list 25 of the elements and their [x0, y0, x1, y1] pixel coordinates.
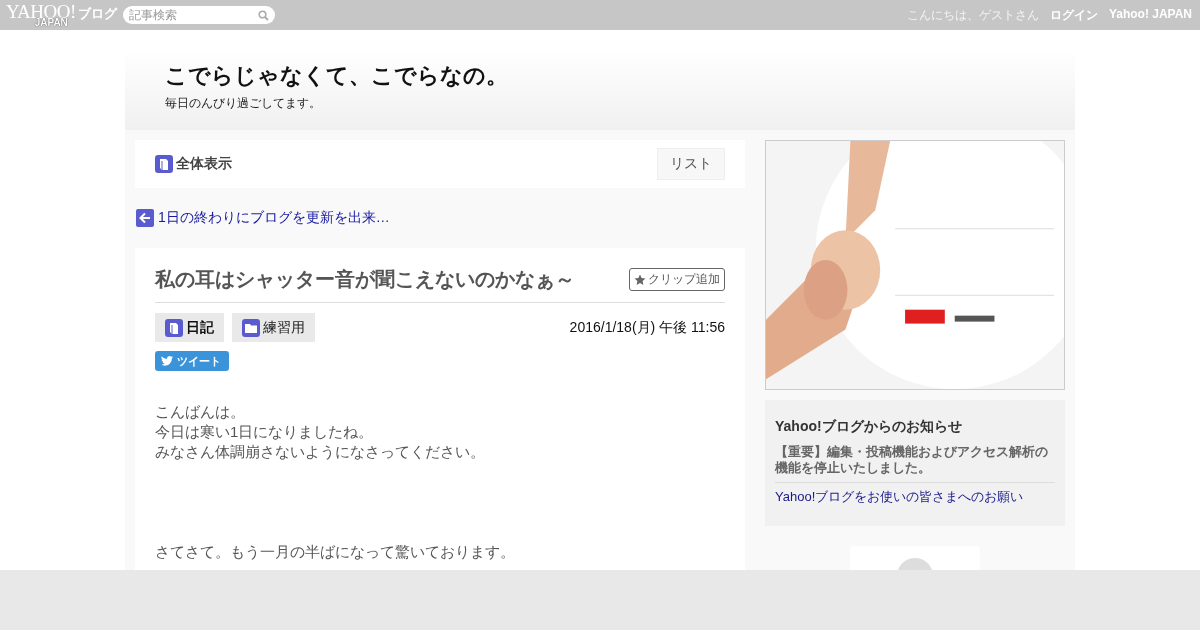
folder-icon: [242, 318, 260, 337]
search-field[interactable]: 記事検索: [122, 6, 275, 24]
previous-post-link[interactable]: 1日の終わりにブログを更新を出来…: [158, 209, 390, 227]
article-text-line: 今日は寒い1日になりましたね。: [155, 422, 375, 442]
blog-title[interactable]: こでらじゃなくて、こでらなの。: [165, 61, 1035, 91]
category-tag[interactable]: 日記: [155, 313, 224, 342]
back-arrow-icon[interactable]: [136, 209, 154, 227]
book-icon: [165, 318, 183, 337]
article-text-line: さてさて。もう一月の半ばになって驚いております。: [155, 542, 516, 562]
bird-icon: [161, 356, 173, 366]
article-text-line: みなさん体調崩さないようになさってください。: [155, 442, 486, 462]
book-icon: [155, 155, 173, 173]
clip-button[interactable]: クリップ追加: [629, 268, 725, 291]
view-all-label[interactable]: 全体表示: [176, 155, 232, 173]
article-text-line: こんばんは。: [155, 402, 246, 422]
post-date: 2016/1/18(月) 午後 11:56: [569, 318, 725, 337]
notice-link[interactable]: Yahoo!ブログをお使いの皆さまへのお願い: [775, 488, 1055, 506]
star-icon: [634, 273, 646, 286]
notice-text[interactable]: 【重要】編集・投稿機能およびアクセス解析の機能を停止いたしました。: [775, 444, 1055, 483]
article-title: 私の耳はシャッター音が聞こえないのかなぁ～: [155, 267, 575, 293]
search-icon[interactable]: [257, 10, 269, 21]
category-tag[interactable]: 練習用: [232, 313, 315, 342]
blog-subtitle: 毎日のんびり過ごしてます。: [165, 95, 322, 112]
list-button[interactable]: リスト: [657, 148, 725, 180]
notice-title: Yahoo!ブログからのお知らせ: [775, 418, 963, 436]
